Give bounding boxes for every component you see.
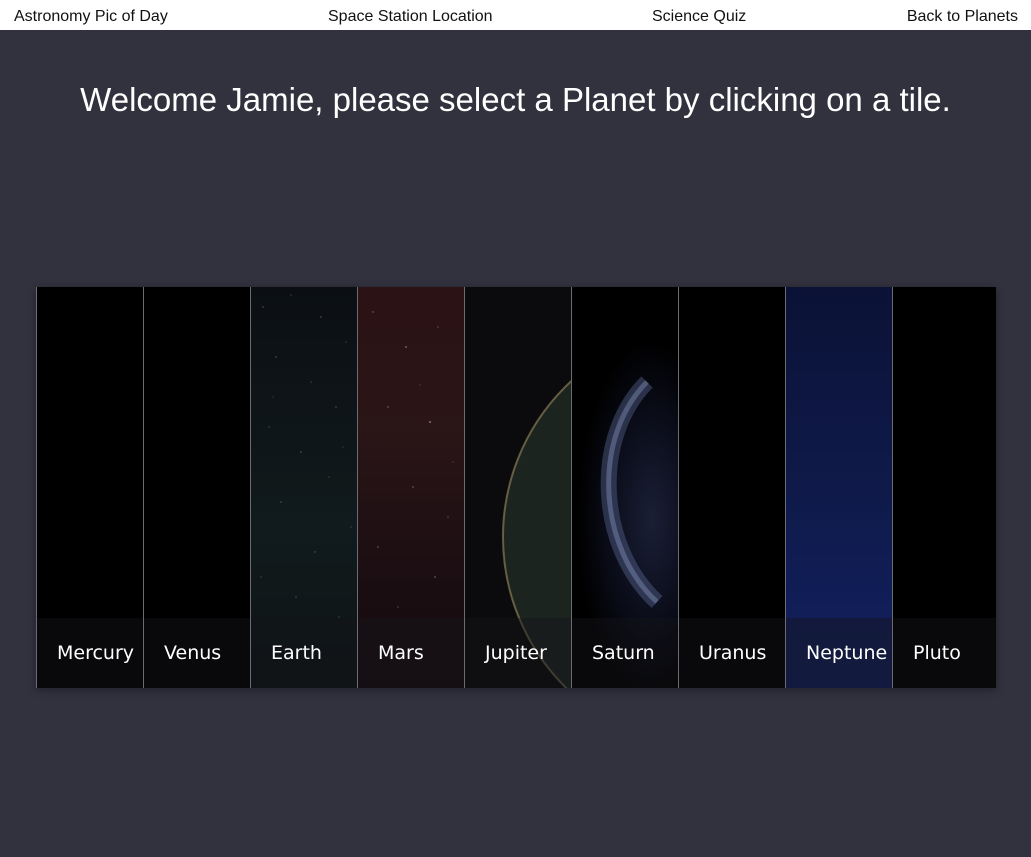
planet-tile-earth[interactable]: Earth: [250, 287, 357, 688]
planet-tile-label: Venus: [164, 642, 222, 664]
planet-tile-jupiter[interactable]: Jupiter: [464, 287, 571, 688]
top-nav-bar: Astronomy Pic of Day Space Station Locat…: [0, 0, 1031, 30]
planet-tile-label: Neptune: [806, 642, 888, 664]
planet-tile-mercury[interactable]: Mercury: [36, 287, 143, 688]
planet-tile-label: Jupiter: [485, 642, 547, 664]
planet-tile-label: Saturn: [592, 642, 655, 664]
planet-tile-label: Pluto: [913, 642, 961, 664]
nav-link-science-quiz[interactable]: Science Quiz: [652, 8, 746, 26]
planet-tile-label: Earth: [271, 642, 322, 664]
nav-link-astronomy-pic-of-day[interactable]: Astronomy Pic of Day: [14, 8, 168, 26]
planet-tile-venus[interactable]: Venus: [143, 287, 250, 688]
planet-tiles: Mercury Venus Earth Mars Jupiter Saturn …: [36, 287, 996, 688]
planet-tile-label: Uranus: [699, 642, 767, 664]
planet-tile-mars[interactable]: Mars: [357, 287, 464, 688]
planet-tile-label: Mars: [378, 642, 424, 664]
planet-tile-saturn[interactable]: Saturn: [571, 287, 678, 688]
nav-link-space-station-location[interactable]: Space Station Location: [328, 8, 493, 26]
nav-link-back-to-planets[interactable]: Back to Planets: [907, 8, 1018, 26]
planet-tile-pluto[interactable]: Pluto: [892, 287, 996, 688]
welcome-heading: Welcome Jamie, please select a Planet by…: [80, 81, 951, 118]
planet-tile-label: Mercury: [57, 642, 135, 664]
planet-tile-uranus[interactable]: Uranus: [678, 287, 785, 688]
planet-tile-neptune[interactable]: Neptune: [785, 287, 892, 688]
